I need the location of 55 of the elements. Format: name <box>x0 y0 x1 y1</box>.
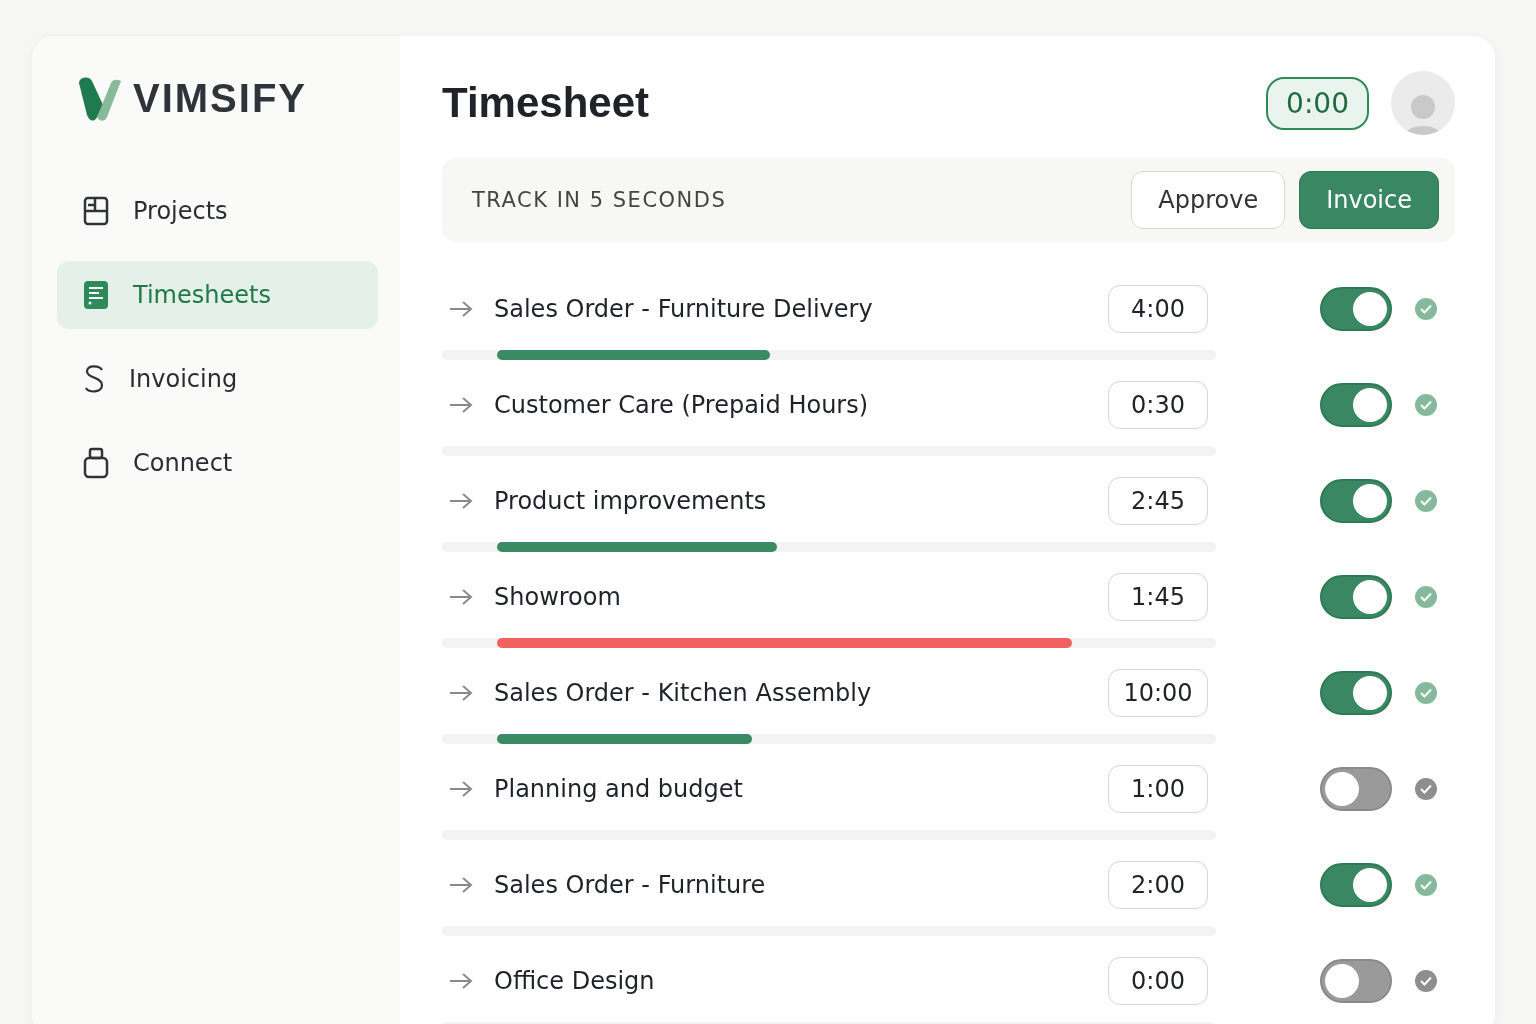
time-field[interactable]: 0:30 <box>1108 381 1208 429</box>
toggle-switch[interactable] <box>1320 287 1392 331</box>
brand-name: VIMSIFY <box>133 76 308 121</box>
time-field[interactable]: 2:00 <box>1108 861 1208 909</box>
layout-icon <box>83 196 109 226</box>
arrow-icon[interactable] <box>448 299 474 319</box>
entry-name: Customer Care (Prepaid Hours) <box>494 391 870 419</box>
entry-name: Office Design <box>494 967 656 995</box>
arrow-icon[interactable] <box>448 395 474 415</box>
time-field[interactable]: 4:00 <box>1108 285 1208 333</box>
timer-badge: 0:00 <box>1266 76 1369 130</box>
arrow-icon[interactable] <box>448 971 474 991</box>
toggle-switch[interactable] <box>1320 671 1392 715</box>
document-icon <box>83 280 109 310</box>
sidebar-item[interactable]: Projects <box>57 177 378 245</box>
toggle-switch[interactable] <box>1320 767 1392 811</box>
logo-icon <box>77 76 123 121</box>
toggle-switch[interactable] <box>1320 959 1392 1003</box>
check-icon <box>1414 681 1438 705</box>
approve-button[interactable]: Approve <box>1131 171 1286 229</box>
s-letter-icon <box>83 363 105 395</box>
arrow-icon[interactable] <box>448 683 474 703</box>
invoice-button[interactable]: Invoice <box>1299 171 1439 229</box>
toggle-switch[interactable] <box>1320 383 1392 427</box>
time-field[interactable]: 1:00 <box>1108 765 1208 813</box>
sidebar-item[interactable]: Invoicing <box>57 345 378 413</box>
toggle-switch[interactable] <box>1320 863 1392 907</box>
check-icon <box>1414 873 1438 897</box>
toggle-switch[interactable] <box>1320 479 1392 523</box>
time-field[interactable]: 10:00 <box>1108 669 1208 717</box>
toolbar-label: TRACK IN 5 SECONDS <box>472 188 728 212</box>
sidebar-item[interactable]: Timesheets <box>57 261 378 329</box>
entry-name: Sales Order - Kitchen Assembly <box>494 679 873 707</box>
bottle-icon <box>83 447 109 479</box>
page-title: Timesheet <box>442 79 650 127</box>
arrow-icon[interactable] <box>448 587 474 607</box>
entry-name: Planning and budget <box>494 775 744 803</box>
check-icon <box>1414 969 1438 993</box>
entry-name: Product improvements <box>494 487 768 515</box>
arrow-icon[interactable] <box>448 875 474 895</box>
arrow-icon[interactable] <box>448 491 474 511</box>
entry-name: Showroom <box>494 583 622 611</box>
arrow-icon[interactable] <box>448 779 474 799</box>
check-icon <box>1414 393 1438 417</box>
time-field[interactable]: 1:45 <box>1108 573 1208 621</box>
sidebar-item[interactable]: Connect <box>57 429 378 497</box>
time-field[interactable]: 0:00 <box>1108 957 1208 1005</box>
toggle-switch[interactable] <box>1320 575 1392 619</box>
check-icon <box>1414 489 1438 513</box>
time-field[interactable]: 2:45 <box>1108 477 1208 525</box>
check-icon <box>1414 297 1438 321</box>
entry-name: Sales Order - Furniture <box>494 871 767 899</box>
check-icon <box>1414 777 1438 801</box>
check-icon <box>1414 585 1438 609</box>
entry-name: Sales Order - Furniture Delivery <box>494 295 874 323</box>
